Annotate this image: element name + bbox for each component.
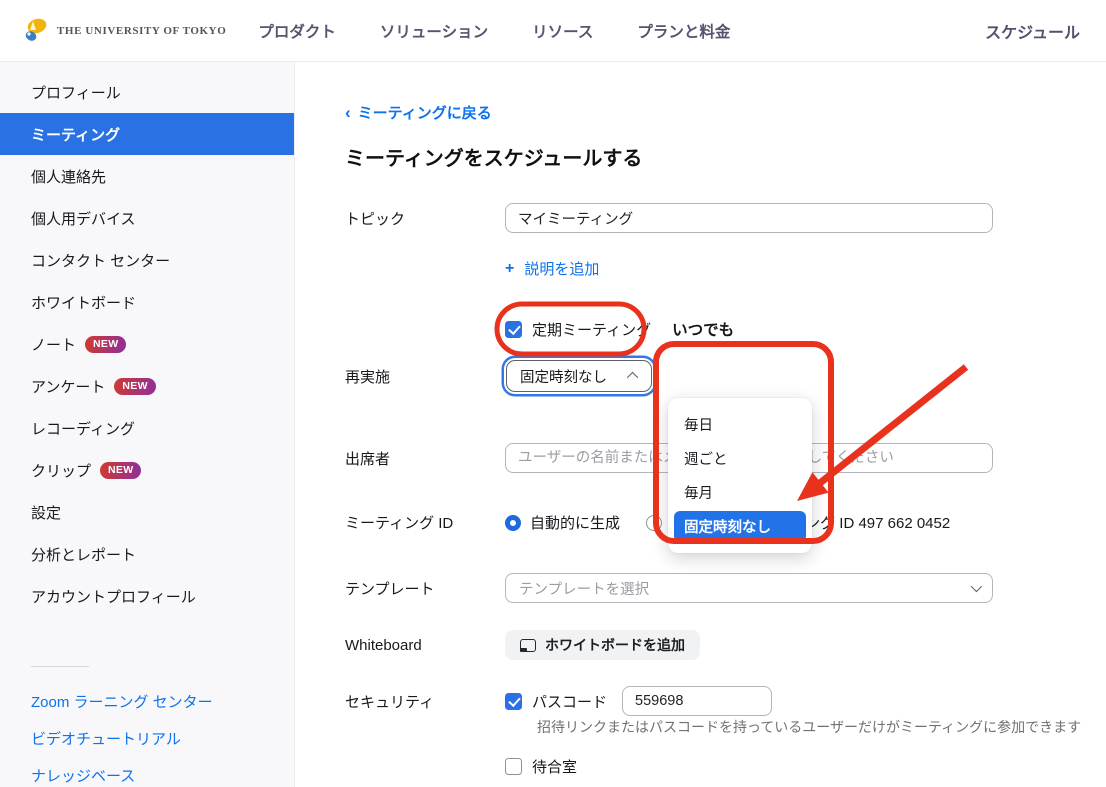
add-description-link[interactable]: + 説明を追加 bbox=[505, 258, 599, 279]
new-badge: NEW bbox=[100, 462, 141, 479]
auto-generate-label: 自動的に生成 bbox=[530, 512, 620, 533]
nav-plans-pricing[interactable]: プランと料金 bbox=[637, 20, 730, 42]
link-video-tutorials[interactable]: ビデオチュートリアル bbox=[0, 720, 294, 757]
sidebar-item-personal-devices[interactable]: 個人用デバイス bbox=[0, 197, 294, 239]
waiting-room-label: 待合室 bbox=[532, 756, 577, 777]
sidebar: プロフィール ミーティング 個人連絡先 個人用デバイス コンタクト センター ホ… bbox=[0, 62, 295, 787]
template-row: テンプレート テンプレートを選択 bbox=[345, 573, 993, 603]
sidebar-item-personal-contacts[interactable]: 個人連絡先 bbox=[0, 155, 294, 197]
recurrence-dropdown-menu: 毎日 週ごと 毎月 固定時刻なし bbox=[668, 398, 812, 553]
sidebar-item-whiteboard[interactable]: ホワイトボード bbox=[0, 281, 294, 323]
whiteboard-label: Whiteboard bbox=[345, 637, 505, 654]
sidebar-item-surveys[interactable]: アンケートNEW bbox=[0, 365, 294, 407]
add-description-row: + 説明を追加 bbox=[505, 258, 599, 279]
sidebar-item-recordings[interactable]: レコーディング bbox=[0, 407, 294, 449]
new-badge: NEW bbox=[114, 378, 155, 395]
option-daily[interactable]: 毎日 bbox=[674, 409, 806, 440]
top-header: The University of Tokyo プロダクト ソリューション リソ… bbox=[0, 0, 1106, 62]
option-monthly[interactable]: 毎月 bbox=[674, 477, 806, 508]
sidebar-item-contact-center[interactable]: コンタクト センター bbox=[0, 239, 294, 281]
link-knowledge-base[interactable]: ナレッジベース bbox=[0, 757, 294, 787]
page-title: ミーティングをスケジュールする bbox=[345, 142, 642, 171]
auto-generate-radio[interactable] bbox=[505, 515, 521, 531]
main-content: ‹ ミーティングに戻る ミーティングをスケジュールする トピック + 説明を追加… bbox=[295, 62, 1106, 787]
sidebar-item-reports[interactable]: 分析とレポート bbox=[0, 533, 294, 575]
sidebar-item-notes[interactable]: ノートNEW bbox=[0, 323, 294, 365]
waiting-room-row: 待合室 bbox=[505, 756, 577, 777]
security-label: セキュリティ bbox=[345, 691, 505, 712]
topic-row: トピック bbox=[345, 203, 993, 233]
meeting-id-label: ミーティング ID bbox=[345, 512, 505, 533]
sidebar-item-clips[interactable]: クリップNEW bbox=[0, 449, 294, 491]
nav-resources[interactable]: リソース bbox=[532, 20, 593, 42]
utokyo-logo-icon bbox=[22, 17, 50, 45]
passcode-hint: 招待リンクまたはパスコードを持っているユーザーだけがミーティングに参加できます bbox=[537, 717, 1081, 737]
recurring-meeting-label: 定期ミーティング bbox=[532, 319, 651, 340]
chevron-up-icon bbox=[627, 372, 638, 383]
passcode-checkbox[interactable] bbox=[505, 693, 522, 710]
sidebar-item-meetings[interactable]: ミーティング bbox=[0, 113, 294, 155]
passcode-input[interactable] bbox=[622, 686, 772, 716]
utokyo-logo: The University of Tokyo bbox=[22, 17, 226, 45]
top-navigation: プロダクト ソリューション リソース プランと料金 bbox=[258, 20, 730, 42]
nav-products[interactable]: プロダクト bbox=[258, 20, 336, 42]
template-label: テンプレート bbox=[345, 578, 505, 599]
chevron-left-icon: ‹ bbox=[345, 104, 351, 121]
plus-icon: + bbox=[505, 260, 514, 278]
personal-meeting-id-radio[interactable] bbox=[646, 515, 662, 531]
whiteboard-icon bbox=[520, 639, 536, 652]
recurrence-row: 再実施 固定時刻なし bbox=[345, 360, 652, 392]
chevron-down-icon bbox=[971, 581, 982, 592]
option-weekly[interactable]: 週ごと bbox=[674, 443, 806, 474]
recurrence-dropdown[interactable]: 固定時刻なし bbox=[506, 360, 652, 392]
schedule-link[interactable]: スケジュール bbox=[985, 19, 1080, 43]
sidebar-nav: プロフィール ミーティング 個人連絡先 個人用デバイス コンタクト センター ホ… bbox=[0, 71, 294, 617]
nav-solutions[interactable]: ソリューション bbox=[380, 20, 488, 42]
template-select[interactable]: テンプレートを選択 bbox=[505, 573, 993, 603]
back-to-meetings-link[interactable]: ‹ ミーティングに戻る bbox=[345, 102, 492, 123]
link-learning-center[interactable]: Zoom ラーニング センター bbox=[0, 683, 294, 720]
recurring-meeting-row: 定期ミーティング いつでも bbox=[505, 318, 734, 340]
waiting-room-checkbox[interactable] bbox=[505, 758, 522, 775]
sidebar-item-settings[interactable]: 設定 bbox=[0, 491, 294, 533]
option-no-fixed-time[interactable]: 固定時刻なし bbox=[674, 511, 806, 542]
recurrence-label: 再実施 bbox=[345, 366, 505, 387]
sidebar-item-account-profile[interactable]: アカウントプロフィール bbox=[0, 575, 294, 617]
whiteboard-row: Whiteboard ホワイトボードを追加 bbox=[345, 630, 700, 660]
topic-label: トピック bbox=[345, 208, 505, 229]
add-whiteboard-button[interactable]: ホワイトボードを追加 bbox=[505, 630, 700, 660]
logo-text: The University of Tokyo bbox=[57, 25, 226, 37]
sidebar-item-profile[interactable]: プロフィール bbox=[0, 71, 294, 113]
security-row: セキュリティ パスコード bbox=[345, 686, 772, 716]
new-badge: NEW bbox=[85, 336, 126, 353]
topic-input[interactable] bbox=[505, 203, 993, 233]
recurrence-selected-value: 固定時刻なし bbox=[520, 366, 607, 387]
anytime-label: いつでも bbox=[672, 318, 734, 340]
passcode-label: パスコード bbox=[532, 691, 607, 712]
template-placeholder: テンプレートを選択 bbox=[519, 578, 649, 599]
sidebar-external-links: Zoom ラーニング センター ビデオチュートリアル ナレッジベース bbox=[0, 683, 294, 787]
sidebar-divider bbox=[31, 666, 89, 667]
meeting-id-row: ミーティング ID 自動的に生成 パーソナルミーティング ID 497 662 … bbox=[345, 512, 950, 533]
recurring-meeting-checkbox[interactable] bbox=[505, 321, 522, 338]
attendees-label: 出席者 bbox=[345, 448, 505, 469]
